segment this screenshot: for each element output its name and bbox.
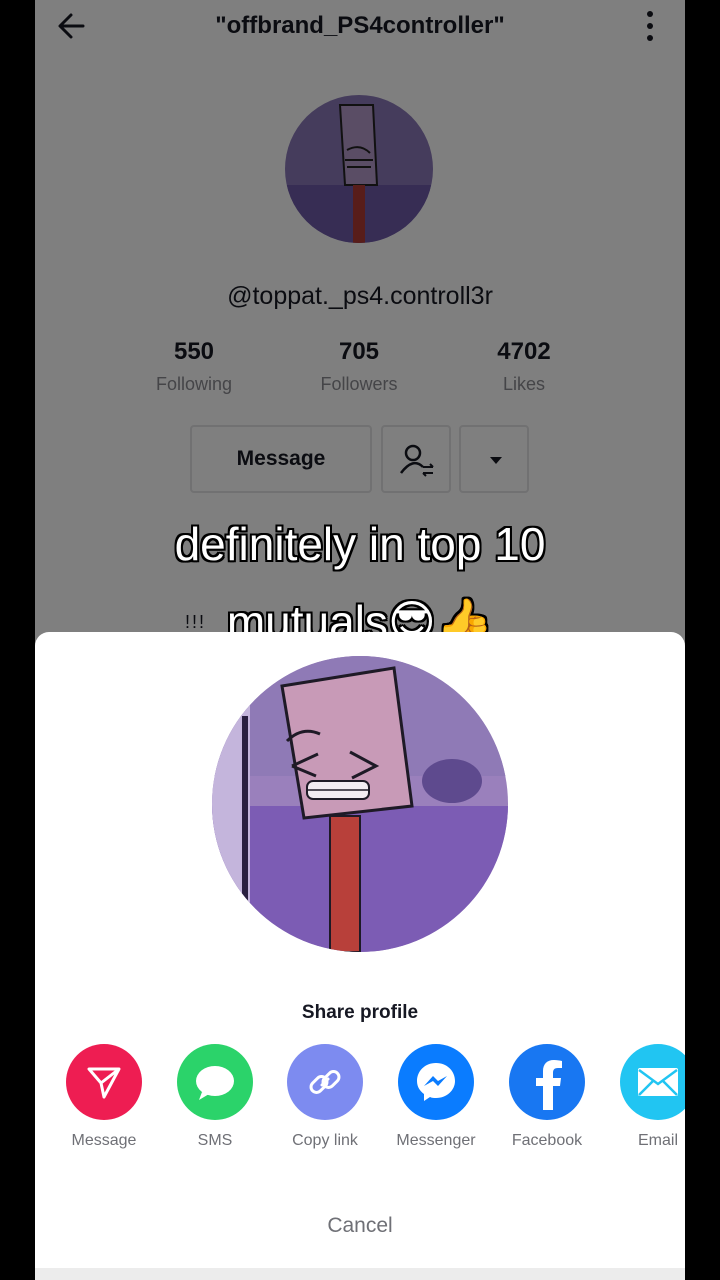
share-option-facebook[interactable]: Facebook <box>492 1044 602 1150</box>
share-options-row: Message SMS Copy link Messenger Facebook… <box>35 1044 685 1154</box>
share-option-label: Message <box>71 1132 137 1149</box>
share-option-label: Email <box>637 1132 678 1149</box>
share-option-label: SMS <box>197 1132 233 1149</box>
bottom-divider <box>35 1268 685 1280</box>
share-option-copy-link[interactable]: Copy link <box>270 1044 380 1150</box>
cancel-button[interactable]: Cancel <box>35 1214 685 1238</box>
send-icon <box>66 1044 142 1120</box>
share-option-messenger[interactable]: Messenger <box>381 1044 491 1150</box>
share-option-sms[interactable]: SMS <box>160 1044 270 1150</box>
link-icon <box>287 1044 363 1120</box>
share-option-label: Messenger <box>396 1132 476 1149</box>
share-option-message[interactable]: Message <box>49 1044 159 1150</box>
share-option-email[interactable]: Email <box>603 1044 685 1150</box>
caption-line-1: definitely in top 10 <box>174 518 546 570</box>
email-icon <box>620 1044 685 1120</box>
sms-bubble-icon <box>177 1044 253 1120</box>
share-profile-title: Share profile <box>301 1002 419 1023</box>
share-profile-avatar <box>212 656 508 952</box>
share-option-label: Copy link <box>292 1132 358 1149</box>
share-sheet: Share profile Message SMS Copy link Mess… <box>35 632 685 1280</box>
messenger-icon <box>398 1044 474 1120</box>
share-option-label: Facebook <box>511 1132 583 1149</box>
facebook-icon <box>509 1044 585 1120</box>
phone-screen: "offbrand_PS4controller" @toppat._ps4.co… <box>35 0 685 1280</box>
